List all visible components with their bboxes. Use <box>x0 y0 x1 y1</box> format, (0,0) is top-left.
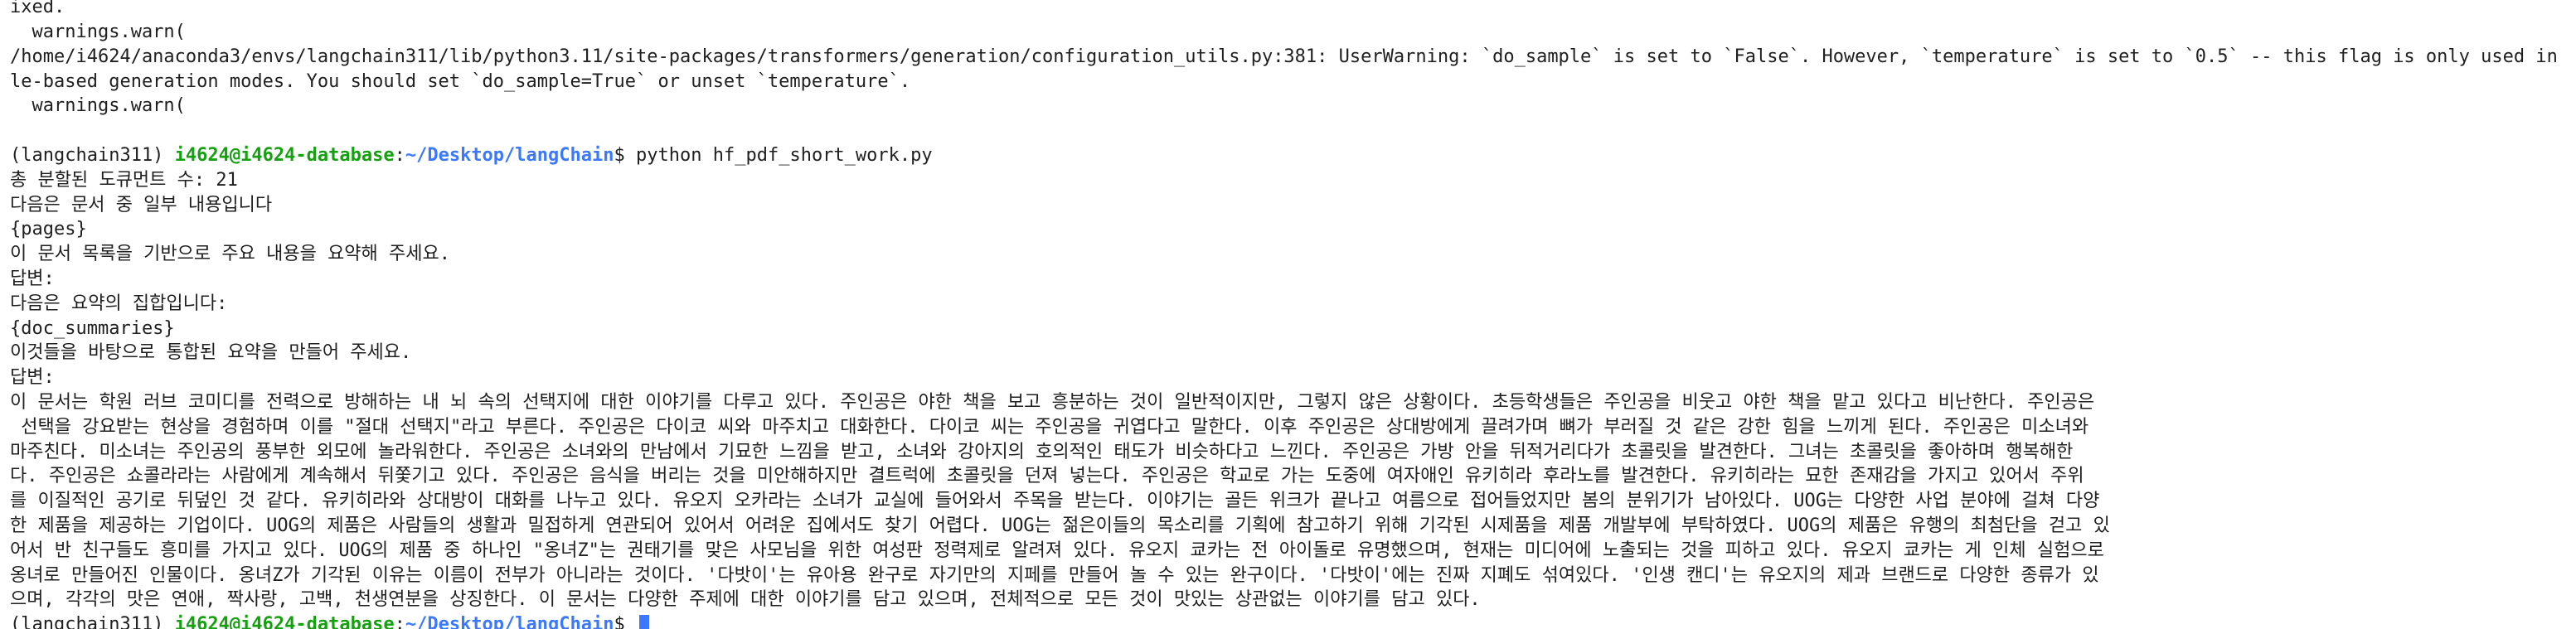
summary-line: 다. 주인공은 쇼콜라라는 사람에게 계속해서 뒤쫓기고 있다. 주인공은 음식… <box>10 466 2084 487</box>
terminal-line: warnings.warn( <box>10 95 186 117</box>
user-host: i4624@i4624-database <box>174 614 395 629</box>
terminal-line: warnings.warn( <box>10 22 186 43</box>
conda-env-label: (langchain311) <box>10 145 175 167</box>
summary-line: 를 이질적인 공기로 뒤덮인 것 같다. 유키히라와 상대방이 대화를 나누고 … <box>10 491 2100 512</box>
output-line: 답변: <box>10 269 55 290</box>
text-cursor[interactable] <box>639 615 650 629</box>
output-line: 다음은 요약의 집합입니다: <box>10 293 228 314</box>
prompt-separator: : <box>394 145 405 167</box>
conda-env-label: (langchain311) <box>10 614 175 629</box>
executed-command: python hf_pdf_short_work.py <box>636 145 933 167</box>
terminal-line: le-based generation modes. You should se… <box>10 70 911 92</box>
prompt-dollar: $ <box>614 614 637 629</box>
output-line: 총 분할된 도큐먼트 수: 21 <box>10 169 238 191</box>
working-directory: ~/Desktop/langChain <box>405 145 614 167</box>
summary-line: 이 문서는 학원 러브 코미디를 전력으로 방해하는 내 뇌 속의 선택지에 대… <box>10 392 2095 414</box>
output-line: 이것들을 바탕으로 통합된 요약을 만들어 주세요. <box>10 342 412 364</box>
summary-line: 선택을 강요받는 현상을 경험하며 이를 "절대 선택지"라고 부른다. 주인공… <box>10 416 2089 438</box>
output-line: 이 문서 목록을 기반으로 주요 내용을 요약해 주세요. <box>10 244 451 265</box>
terminal-buffer: ixed. warnings.warn( /home/i4624/anacond… <box>10 0 2569 629</box>
summary-line: 한 제품을 제공하는 기업이다. UOG의 제품은 사람들의 생활과 밀접하게 … <box>10 515 2110 537</box>
output-line: {pages} <box>10 219 87 240</box>
output-line: 다음은 문서 중 일부 내용입니다 <box>10 194 273 215</box>
terminal-line: /home/i4624/anaconda3/envs/langchain311/… <box>10 46 2569 67</box>
working-directory: ~/Desktop/langChain <box>405 614 614 629</box>
terminal-window[interactable]: ixed. warnings.warn( /home/i4624/anacond… <box>0 0 2576 629</box>
user-host: i4624@i4624-database <box>174 145 395 167</box>
terminal-line: ixed. <box>10 0 65 18</box>
summary-line: 마주친다. 미소녀는 주인공의 풍부한 외모에 놀라워한다. 주인공은 소녀와의… <box>10 441 2074 462</box>
summary-line: 으며, 각각의 맛은 연애, 짝사랑, 고백, 천생연분을 상징한다. 이 문서… <box>10 589 1481 611</box>
summary-line: 옹녀로 만들어진 인물이다. 옹녀Z가 기각된 이유는 이름이 전부가 아니라는… <box>10 564 2099 586</box>
output-line: 답변: <box>10 367 55 389</box>
shell-prompt: (langchain311) i4624@i4624-database:~/De… <box>10 143 2569 168</box>
output-line: {doc_summaries} <box>10 317 175 339</box>
shell-prompt-current[interactable]: (langchain311) i4624@i4624-database:~/De… <box>10 612 2569 629</box>
prompt-dollar: $ <box>614 145 637 167</box>
prompt-separator: : <box>394 614 405 629</box>
summary-line: 어서 반 친구들도 흥미를 가지고 있다. UOG의 제품 중 하나인 "옹녀Z… <box>10 539 2104 561</box>
